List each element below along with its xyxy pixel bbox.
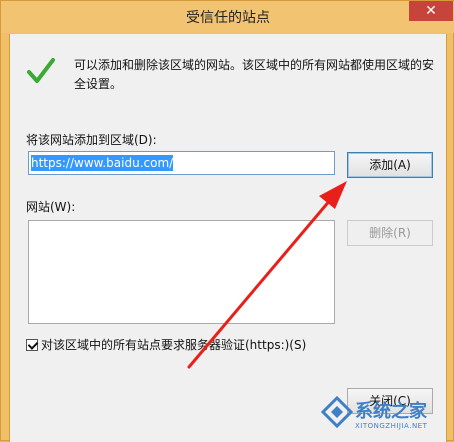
watermark: 系统之家 XITONGZHIJIA.NET bbox=[317, 392, 447, 436]
red-arrow-annotation bbox=[187, 181, 347, 369]
watermark-subtext: XITONGZHIJIA.NET bbox=[355, 422, 428, 430]
dialog-window: 受信任的站点 ✕ 可以添加和删除该区域的网站。该区域中的所有网站都使用区域的安全… bbox=[0, 0, 454, 442]
watermark-logo bbox=[321, 396, 353, 428]
watermark-text: 系统之家 bbox=[355, 401, 427, 422]
